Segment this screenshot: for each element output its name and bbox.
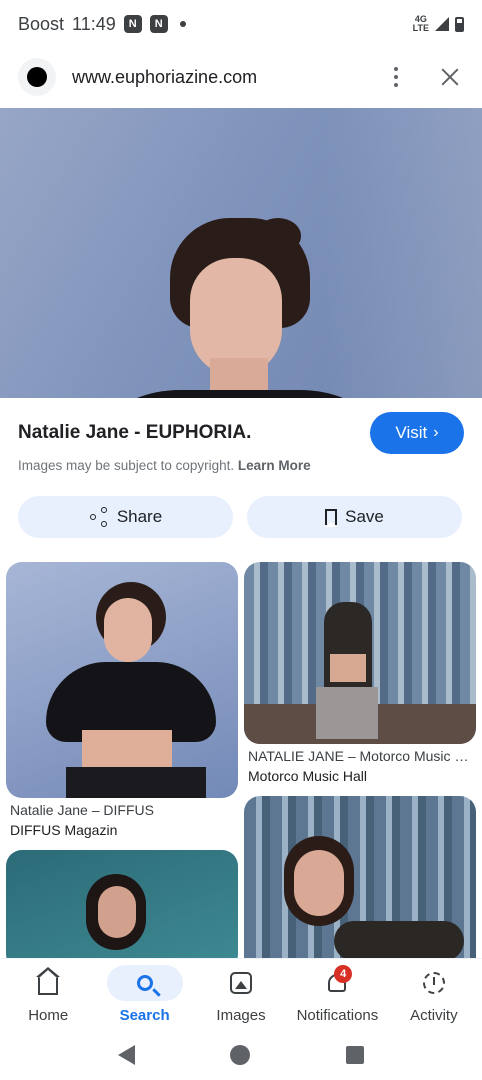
- result-title: Natalie Jane - EUPHORIA.: [18, 422, 252, 443]
- nav-search-label: Search: [119, 1007, 170, 1024]
- nav-home[interactable]: Home: [0, 959, 96, 1030]
- related-image-tile[interactable]: [244, 562, 476, 744]
- recents-icon[interactable]: [346, 1046, 365, 1064]
- images-icon: [230, 972, 253, 994]
- nav-activity-label: Activity: [410, 1007, 458, 1024]
- more-notifications-icon: [179, 21, 186, 27]
- home-button-icon[interactable]: [230, 1045, 251, 1065]
- related-image-tile[interactable]: [6, 562, 238, 798]
- related-image-title[interactable]: Natalie Jane – DIFFUS: [10, 802, 236, 818]
- battery-icon: [455, 16, 464, 32]
- url-text[interactable]: www.euphoriazine.com: [72, 67, 382, 88]
- nav-search[interactable]: Search: [96, 959, 192, 1030]
- preview-image[interactable]: [0, 108, 482, 398]
- copyright-notice: Images may be subject to copyright. Lear…: [18, 458, 311, 473]
- chevron-right-icon: ›: [433, 424, 439, 441]
- visit-button[interactable]: Visit ›: [370, 412, 464, 454]
- save-button[interactable]: Save: [247, 496, 462, 538]
- bottom-navigation: Home Search Images 4 Notifications Activ…: [0, 958, 482, 1030]
- save-label: Save: [345, 507, 384, 526]
- related-image-title[interactable]: NATALIE JANE – Motorco Music Hall: [248, 748, 474, 764]
- nav-notifications[interactable]: 4 Notifications: [289, 959, 385, 1030]
- share-button[interactable]: Share: [18, 496, 233, 538]
- network-type: 4G LTE: [412, 14, 429, 33]
- more-options-icon[interactable]: [382, 63, 410, 91]
- nav-activity[interactable]: Activity: [386, 959, 482, 1030]
- signal-icon: [435, 17, 449, 31]
- related-image-tile[interactable]: [6, 850, 238, 958]
- status-bar: Boost 11:49 N N 4G LTE: [0, 0, 482, 48]
- learn-more-link[interactable]: Learn More: [238, 458, 311, 473]
- nav-images[interactable]: Images: [193, 959, 289, 1030]
- bookmark-icon: [325, 509, 338, 527]
- action-buttons: Share Save: [18, 496, 462, 538]
- copyright-text: Images may be subject to copyright.: [18, 458, 235, 473]
- notification-app-icon: N: [149, 15, 168, 33]
- notification-app-icon: N: [123, 15, 142, 33]
- result-header: Natalie Jane - EUPHORIA. Visit ›: [0, 410, 482, 456]
- activity-icon: [422, 972, 445, 994]
- system-navigation-bar: [0, 1030, 482, 1080]
- site-favicon: [18, 58, 56, 96]
- nav-images-label: Images: [216, 1007, 266, 1024]
- share-label: Share: [116, 507, 163, 526]
- related-image-tile[interactable]: [244, 796, 476, 958]
- nav-notifications-label: Notifications: [296, 1007, 379, 1024]
- browser-url-bar: www.euphoriazine.com: [0, 48, 482, 106]
- share-icon: [89, 507, 109, 527]
- carrier-label: Boost: [18, 13, 65, 34]
- back-icon[interactable]: [117, 1045, 135, 1065]
- visit-label: Visit: [395, 423, 428, 442]
- close-icon[interactable]: [436, 63, 464, 91]
- clock: 11:49: [72, 13, 116, 34]
- search-icon: [136, 975, 153, 991]
- related-image-source: Motorco Music Hall: [248, 768, 368, 784]
- related-image-source: DIFFUS Magazin: [10, 822, 118, 838]
- home-icon: [36, 967, 61, 995]
- nav-home-label: Home: [28, 1007, 69, 1024]
- related-images-grid: Natalie Jane – DIFFUS DIFFUS Magazin NAT…: [0, 560, 482, 958]
